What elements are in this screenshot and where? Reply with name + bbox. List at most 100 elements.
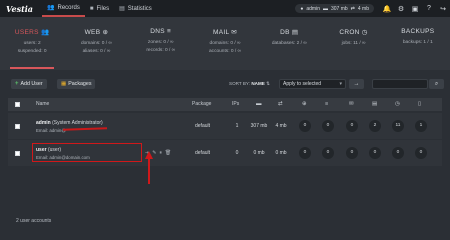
nav-files-label: Files [96, 5, 110, 12]
stat-backups-title: BACKUPS [401, 28, 435, 35]
stat-dns-line: zones: 0 / ∞ [147, 40, 174, 45]
disk-icon[interactable]: ▬ [256, 101, 262, 107]
stat-backups-line: backups: 1 / 1 [402, 40, 433, 45]
nav-files[interactable]: ■ Files [85, 0, 114, 17]
user-disk: 0 mb [253, 150, 265, 156]
stat-mail-title: MAIL ✉ [212, 29, 237, 36]
sort-control[interactable]: SORT BY: NAME ⇅ [229, 81, 270, 87]
server-icon[interactable]: ▣ [408, 5, 422, 13]
folder-icon: ■ [89, 5, 94, 12]
column-package[interactable]: Package [192, 101, 211, 107]
column-name[interactable]: Name [36, 101, 49, 107]
chevron-down-icon: ▾ [339, 81, 342, 87]
backups-count: 1 [415, 120, 427, 132]
table-header: Name Package IPs ▬ ⇄ ⊕ ≡ ✉ ▤ ◷ ▯ [8, 98, 442, 111]
stat-users-line: users: 2 [23, 41, 41, 46]
stat-users-line: suspended: 0 [17, 49, 47, 54]
user-pill-name: admin [306, 5, 320, 12]
table-row[interactable]: admin (System Administrator) Email: admi… [8, 113, 442, 139]
dns-count: 0 [322, 147, 334, 159]
user-pill-disk: 307 mb [330, 5, 348, 12]
plus-icon: + [15, 81, 19, 87]
add-user-label: Add User [20, 81, 43, 87]
stat-db-line: databases: 2 / ∞ [271, 41, 307, 46]
stat-cron-title: CRON ◷ [339, 29, 368, 36]
suspend-icon[interactable]: ⏸ [159, 150, 162, 156]
stat-dns-line: records: 0 / ∞ [146, 48, 176, 53]
account-count: 2 user accounts [16, 218, 52, 224]
stats-header: USERS 👥 users: 2 suspended: 0 WEB ⊕ doma… [0, 17, 450, 70]
stat-mail-line: domains: 0 / ∞ [209, 41, 241, 46]
users-icon: 👥 [40, 29, 50, 36]
user-bandwidth: 4 mb [275, 123, 287, 129]
stat-backups[interactable]: BACKUPS backups: 1 / 1 [386, 17, 450, 70]
web-count: 0 [299, 120, 311, 132]
user-name[interactable]: admin (System Administrator) [36, 120, 103, 126]
help-icon[interactable]: ? [422, 5, 436, 12]
logo[interactable]: Vestia [0, 4, 42, 14]
user-icon: ● [300, 5, 304, 12]
search-input[interactable] [372, 79, 428, 89]
stat-mail[interactable]: MAIL ✉ domains: 0 / ∞ accounts: 0 / ∞ [193, 17, 257, 70]
nav-statistics-label: Statistics [127, 5, 152, 12]
stat-web[interactable]: WEB ⊕ domains: 0 / ∞ aliases: 0 / ∞ [64, 17, 128, 70]
nav-records[interactable]: 👥 Records [42, 0, 85, 17]
stat-db[interactable]: DB ▤ databases: 2 / ∞ [257, 17, 321, 70]
globe-icon: ⊕ [102, 29, 109, 36]
row-checkbox[interactable] [15, 124, 20, 129]
user-ips: 0 [235, 150, 239, 156]
column-ips[interactable]: IPs [232, 101, 239, 107]
bell-icon[interactable]: 🔔 [380, 5, 394, 13]
delete-icon[interactable]: 🗑 [165, 150, 171, 156]
row-checkbox[interactable] [15, 151, 20, 156]
highlight-box [32, 143, 142, 162]
mail-count: 0 [346, 120, 358, 132]
backups-count: 0 [415, 147, 427, 159]
database-icon[interactable]: ▤ [372, 101, 377, 107]
bulk-action-select[interactable]: Apply to selected ▾ [279, 79, 346, 89]
user-disk: 307 mb [250, 123, 268, 129]
cron-count: 11 [392, 120, 404, 132]
user-pill-bandwidth: 4 mb [357, 5, 369, 12]
add-user-button[interactable]: + Add User [11, 79, 47, 89]
gear-icon[interactable]: ⚙ [394, 5, 408, 13]
packages-label: Packages [68, 81, 92, 87]
stat-mail-line: accounts: 0 / ∞ [209, 49, 241, 54]
cron-count: 0 [392, 147, 404, 159]
users-icon: 👥 [47, 5, 55, 11]
db-count: 2 [369, 120, 381, 132]
stat-cron[interactable]: CRON ◷ jobs: 11 / ∞ [321, 17, 385, 70]
user-ips: 1 [235, 123, 239, 129]
stat-web-line: domains: 0 / ∞ [80, 41, 112, 46]
clock-icon: ◷ [361, 29, 368, 36]
nav-records-label: Records [57, 4, 80, 11]
backup-icon[interactable]: ▯ [418, 101, 421, 107]
bandwidth-icon[interactable]: ⇄ [278, 101, 283, 107]
logout-icon[interactable]: ↪ [436, 5, 450, 13]
envelope-icon: ✉ [231, 29, 237, 36]
user-email: Email: admin@ [36, 128, 66, 133]
bulk-action-value: Apply to selected [283, 81, 322, 87]
stat-dns[interactable]: DNS ≡ zones: 0 / ∞ records: 0 / ∞ [129, 17, 193, 70]
db-count: 0 [369, 147, 381, 159]
globe-icon[interactable]: ⊕ [302, 101, 307, 107]
clock-icon[interactable]: ◷ [395, 101, 400, 107]
stat-users-title: USERS 👥 [14, 29, 50, 36]
stat-web-title: WEB ⊕ [84, 29, 109, 36]
page: Vestia 👥 Records ■ Files ▤ Statistics ● … [0, 0, 450, 240]
search-button[interactable]: ⌕ [429, 79, 444, 89]
envelope-icon[interactable]: ✉ [349, 101, 354, 107]
disk-icon: ▬ [322, 5, 328, 12]
nav-statistics[interactable]: ▤ Statistics [114, 0, 157, 17]
stat-users[interactable]: USERS 👥 users: 2 suspended: 0 [0, 17, 64, 70]
database-icon: ▤ [291, 29, 299, 36]
select-all-checkbox[interactable] [15, 102, 20, 107]
user-pill[interactable]: ● admin ▬ 307 mb ⇄ 4 mb [295, 4, 374, 13]
dns-count: 0 [322, 120, 334, 132]
stat-web-line: aliases: 0 / ∞ [82, 49, 111, 54]
stat-cron-line: jobs: 11 / ∞ [341, 41, 366, 46]
apply-button[interactable]: → [349, 79, 364, 89]
packages-button[interactable]: ▦ Packages [57, 79, 96, 89]
stat-dns-title: DNS ≡ [150, 28, 172, 35]
dns-icon[interactable]: ≡ [325, 101, 328, 107]
